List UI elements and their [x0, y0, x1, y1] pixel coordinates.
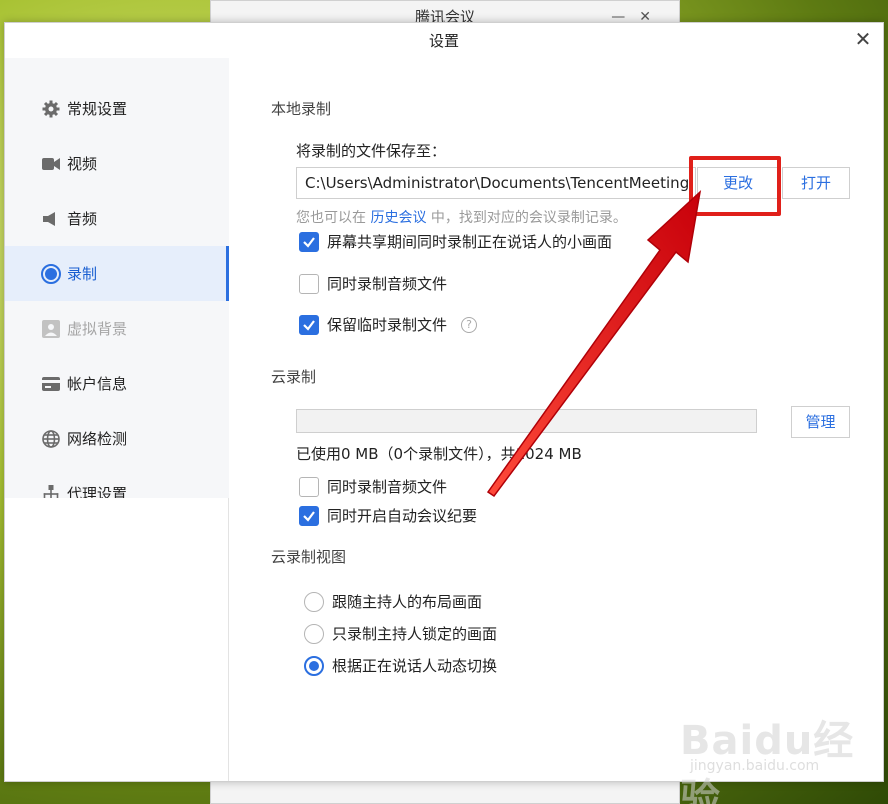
open-button[interactable]: 打开	[782, 167, 850, 199]
sidebar-item-label: 常规设置	[67, 100, 128, 118]
option-record-audio-local[interactable]: 同时录制音频文件	[299, 273, 447, 294]
cloud-view-title: 云录制视图	[271, 548, 347, 566]
cloud-usage-text: 已使用0 MB（0个录制文件），共1024 MB	[296, 445, 582, 463]
cloud-storage-bar	[296, 409, 757, 433]
radio-checked[interactable]	[304, 655, 324, 676]
globe-icon	[41, 429, 61, 449]
sidebar-item-virtual-background[interactable]: 虚拟背景	[5, 301, 229, 356]
radio-follow-host-layout[interactable]: 跟随主持人的布局画面	[304, 591, 482, 612]
watermark-url: jingyan.baidu.com	[690, 758, 820, 774]
sidebar: 常规设置 视频 音频 录制 虚拟背景 帐户信息 网络检测 代理设置	[5, 58, 229, 781]
option-label: 只录制主持人锁定的画面	[332, 625, 498, 643]
card-icon	[41, 374, 61, 394]
dialog-titlebar: 设置 ✕	[5, 23, 883, 58]
sidebar-item-label: 音频	[67, 210, 98, 228]
highlight-box	[689, 156, 781, 216]
sidebar-item-label: 帐户信息	[67, 375, 128, 393]
dialog-title: 设置	[428, 32, 459, 50]
sidebar-item-label: 视频	[67, 155, 98, 173]
sidebar-item-label: 录制	[67, 265, 98, 283]
gear-icon	[41, 99, 61, 119]
manage-button[interactable]: 管理	[791, 406, 850, 438]
history-hint: 您也可以在 历史会议 中，找到对应的会议录制记录。	[296, 207, 627, 227]
checkbox-checked[interactable]	[299, 505, 319, 526]
sidebar-item-account[interactable]: 帐户信息	[5, 356, 229, 411]
radio-unchecked[interactable]	[304, 623, 324, 644]
record-icon	[41, 263, 61, 284]
checkbox-checked[interactable]	[299, 231, 319, 252]
cloud-recording-title: 云录制	[271, 368, 317, 386]
option-auto-meeting-minutes[interactable]: 同时开启自动会议纪要	[299, 505, 477, 526]
option-label: 跟随主持人的布局画面	[332, 593, 483, 611]
option-label: 同时开启自动会议纪要	[327, 507, 478, 525]
save-path-field[interactable]: C:\Users\Administrator\Documents\Tencent…	[296, 167, 696, 199]
sidebar-item-label: 虚拟背景	[67, 320, 128, 338]
sidebar-item-general[interactable]: 常规设置	[5, 81, 229, 136]
checkbox-checked[interactable]	[299, 314, 319, 335]
save-location-label: 将录制的文件保存至：	[296, 142, 447, 160]
option-record-audio-cloud[interactable]: 同时录制音频文件	[299, 476, 447, 497]
sidebar-item-network-check[interactable]: 网络检测	[5, 411, 229, 466]
history-meetings-link[interactable]: 历史会议	[370, 210, 426, 226]
sidebar-item-audio[interactable]: 音频	[5, 191, 229, 246]
local-recording-title: 本地录制	[271, 100, 332, 118]
sidebar-empty-area	[5, 498, 229, 781]
checkbox-unchecked[interactable]	[299, 273, 319, 294]
portrait-icon	[41, 319, 61, 339]
close-icon[interactable]: ✕	[851, 25, 875, 53]
help-icon[interactable]: ?	[461, 316, 478, 333]
option-record-speaker-thumbnail[interactable]: 屏幕共享期间同时录制正在说话人的小画面	[299, 231, 612, 252]
option-keep-temp-files[interactable]: 保留临时录制文件 ?	[299, 314, 478, 335]
camera-icon	[41, 154, 61, 174]
checkbox-unchecked[interactable]	[299, 476, 319, 497]
option-label: 同时录制音频文件	[327, 478, 448, 496]
radio-active-speaker[interactable]: 根据正在说话人动态切换	[304, 655, 497, 676]
option-label: 同时录制音频文件	[327, 275, 448, 293]
option-label: 根据正在说话人动态切换	[332, 657, 498, 675]
history-hint-prefix: 您也可以在	[296, 210, 366, 226]
option-label: 保留临时录制文件	[327, 316, 448, 334]
recording-settings-panel: 本地录制 将录制的文件保存至： C:\Users\Administrator\D…	[229, 58, 883, 781]
settings-dialog: 设置 ✕ 常规设置 视频 音频 录制 虚拟背景 帐户信息 网络检测 代理设置 本…	[4, 22, 884, 782]
sidebar-item-label: 网络检测	[67, 430, 128, 448]
sidebar-item-video[interactable]: 视频	[5, 136, 229, 191]
watermark-logo: Baidu经验	[680, 718, 855, 804]
option-label: 屏幕共享期间同时录制正在说话人的小画面	[327, 233, 613, 251]
radio-unchecked[interactable]	[304, 591, 324, 612]
sidebar-item-recording[interactable]: 录制	[5, 246, 229, 301]
radio-host-locked-view[interactable]: 只录制主持人锁定的画面	[304, 623, 497, 644]
speaker-icon	[41, 209, 61, 229]
history-hint-suffix: 中，找到对应的会议录制记录。	[430, 210, 627, 226]
